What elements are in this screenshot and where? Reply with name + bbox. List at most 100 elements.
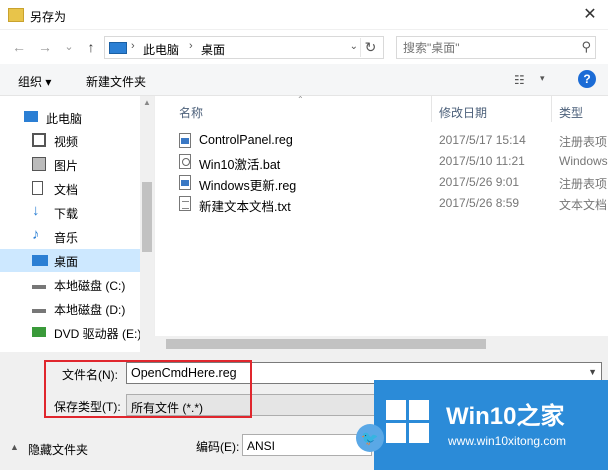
sidebar-item-videos[interactable]: 视频 [0, 129, 140, 152]
sidebar-item-drive-c[interactable]: 本地磁盘 (C:) [0, 273, 140, 296]
organize-menu[interactable]: 组织 ▾ [18, 73, 51, 90]
sidebar-item-drive-d[interactable]: 本地磁盘 (D:) [0, 297, 140, 320]
recent-locations-dropdown[interactable]: ⌄ [60, 38, 78, 56]
bat-file-icon [179, 154, 191, 169]
sidebar-item-label: 图片 [54, 159, 79, 173]
sidebar-scrollbar[interactable]: ▲ [140, 96, 154, 352]
new-folder-button[interactable]: 新建文件夹 [86, 73, 146, 90]
computer-icon [24, 111, 38, 122]
horizontal-scrollbar[interactable] [154, 336, 608, 352]
file-date: 2017/5/26 9:01 [439, 175, 520, 189]
scroll-up-icon[interactable]: ▲ [143, 98, 151, 107]
sidebar-item-label: 本地磁盘 (C:) [54, 279, 126, 293]
file-list: ⌃ 名称 修改日期 类型 ControlPanel.reg 2017/5/17 … [154, 96, 608, 352]
encoding-label: 编码(E): [196, 440, 240, 454]
sidebar-scroll-thumb[interactable] [142, 182, 152, 252]
video-icon [32, 133, 46, 147]
encoding-value: ANSI [247, 439, 276, 453]
reg-file-icon [179, 175, 191, 190]
window-title: 另存为 [30, 10, 67, 24]
navigation-pane: 此电脑 视频 图片 文档 ↓ 下载 ♪ 音乐 桌面 本地磁盘 (C:) 本地磁盘… [0, 96, 154, 352]
folder-icon [8, 8, 24, 22]
up-button[interactable]: ↑ [82, 38, 100, 56]
dvd-drive-icon [32, 327, 46, 337]
sidebar-item-label: 文档 [54, 183, 79, 197]
close-button[interactable]: ✕ [578, 4, 602, 26]
pictures-icon [32, 157, 46, 171]
file-name: ControlPanel.reg [199, 133, 293, 147]
breadcrumb-separator[interactable]: › [131, 40, 135, 52]
breadcrumb-separator[interactable]: › [189, 40, 193, 52]
sidebar-item-label: 此电脑 [46, 112, 83, 126]
downloads-icon: ↓ [32, 202, 40, 219]
sidebar-item-label: 本地磁盘 (D:) [54, 303, 126, 317]
refresh-button[interactable]: ↻ [360, 38, 380, 57]
title-bar: 另存为 ✕ [0, 0, 608, 30]
sidebar-item-this-pc[interactable]: 此电脑 [0, 106, 140, 129]
sidebar-item-desktop[interactable]: 桌面 [0, 249, 140, 272]
file-date: 2017/5/26 8:59 [439, 196, 520, 210]
search-input[interactable] [397, 37, 567, 58]
sidebar-item-label: 视频 [54, 135, 79, 149]
file-name: Windows更新.reg [199, 179, 297, 193]
sidebar-item-label: 桌面 [54, 255, 79, 269]
column-header-type[interactable]: 类型 [559, 104, 583, 121]
column-header-date[interactable]: 修改日期 [439, 104, 487, 121]
documents-icon [32, 181, 43, 195]
file-row[interactable]: 新建文本文档.txt 2017/5/26 8:59 文本文档 [173, 193, 608, 214]
breadcrumb-desktop[interactable]: 桌面 [201, 41, 225, 58]
music-icon: ♪ [32, 226, 40, 243]
drive-icon [32, 303, 46, 313]
column-divider[interactable] [431, 96, 432, 122]
windows-logo-icon [386, 400, 430, 444]
sidebar-item-documents[interactable]: 文档 [0, 177, 140, 200]
sidebar-item-music[interactable]: ♪ 音乐 [0, 225, 140, 248]
breadcrumb-this-pc[interactable]: 此电脑 [143, 41, 179, 58]
desktop-icon [32, 255, 48, 266]
chevron-down-icon[interactable]: ▼ [588, 367, 597, 377]
sidebar-item-downloads[interactable]: ↓ 下载 [0, 201, 140, 224]
help-icon[interactable]: ? [578, 70, 596, 88]
file-type: Windows [559, 154, 608, 168]
txt-file-icon [179, 196, 191, 211]
bird-icon: 🐦 [356, 424, 384, 452]
file-name: 新建文本文档.txt [199, 200, 291, 214]
file-type: 文本文档 [559, 198, 608, 212]
file-name: Win10激活.bat [199, 158, 281, 172]
horizontal-scroll-thumb[interactable] [166, 339, 486, 349]
column-header-name[interactable]: 名称 [179, 104, 203, 121]
sidebar-item-label: 下载 [54, 207, 79, 221]
hide-folders-label: 隐藏文件夹 [28, 443, 89, 457]
view-dropdown-icon[interactable]: ▾ [540, 73, 545, 84]
address-bar[interactable]: › 此电脑 › 桌面 ⌄ ↻ [104, 36, 384, 59]
file-row[interactable]: Windows更新.reg 2017/5/26 9:01 注册表项 [173, 172, 608, 193]
computer-icon [109, 42, 127, 54]
encoding-select[interactable]: ANSI [242, 434, 372, 456]
column-divider[interactable] [551, 96, 552, 122]
file-date: 2017/5/10 11:21 [439, 154, 525, 168]
search-icon[interactable]: ⚲ [581, 39, 591, 55]
search-box[interactable]: ⚲ [396, 36, 596, 59]
drive-icon [32, 279, 46, 289]
address-dropdown-icon[interactable]: ⌄ [350, 41, 358, 52]
file-row[interactable]: ControlPanel.reg 2017/5/17 15:14 注册表项 [173, 130, 608, 151]
win10-logo-watermark: Win10之家 www.win10xitong.com [374, 380, 608, 470]
sidebar-item-pictures[interactable]: 图片 [0, 153, 140, 176]
file-type: 注册表项 [559, 177, 608, 191]
command-toolbar: 组织 ▾ 新建文件夹 ☷ ▾ ? [0, 64, 608, 96]
sidebar-item-label: 音乐 [54, 231, 79, 245]
forward-button[interactable]: → [36, 38, 54, 56]
navigation-bar: ← → ⌄ ↑ › 此电脑 › 桌面 ⌄ ↻ ⚲ [0, 30, 608, 64]
file-type: 注册表项 [559, 135, 608, 149]
logo-title: Win10之家 [446, 403, 565, 430]
sort-ascending-icon: ⌃ [297, 96, 304, 104]
reg-file-icon [179, 133, 191, 148]
logo-url: www.win10xitong.com [448, 434, 567, 448]
sidebar-item-dvd-drive[interactable]: DVD 驱动器 (E:) [0, 321, 142, 344]
collapse-arrow-icon: ▲ [10, 442, 19, 452]
file-row[interactable]: Win10激活.bat 2017/5/10 11:21 Windows [173, 151, 608, 172]
view-options-icon[interactable]: ☷ [514, 73, 525, 87]
file-date: 2017/5/17 15:14 [439, 133, 526, 147]
sidebar-item-label: DVD 驱动器 (E:) [54, 327, 142, 341]
back-button[interactable]: ← [10, 38, 28, 56]
